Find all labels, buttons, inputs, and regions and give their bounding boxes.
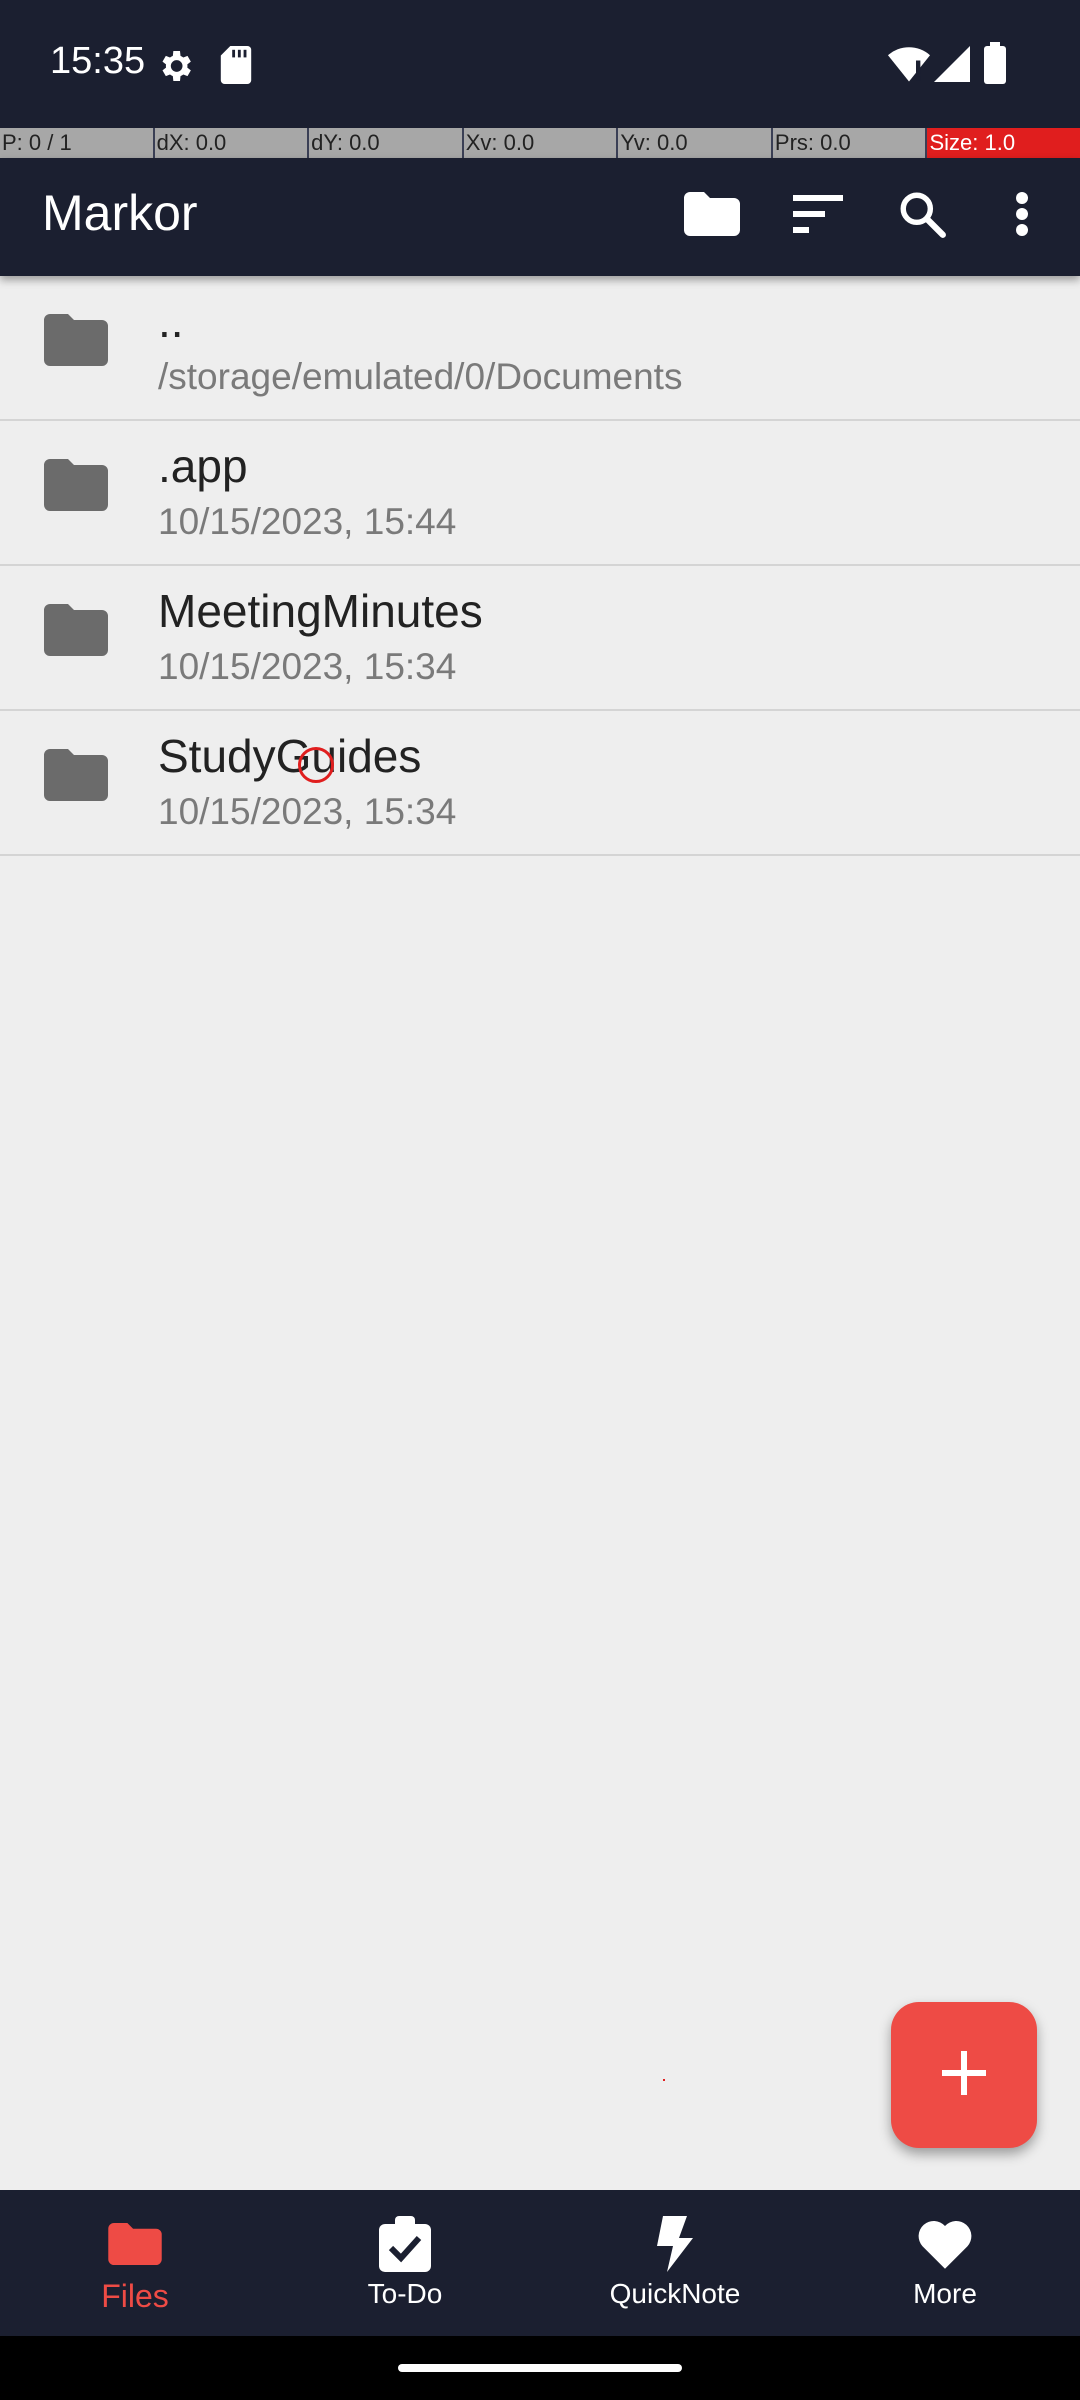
list-item-title: StudyGuides: [158, 730, 422, 782]
app-title: Markor: [42, 185, 198, 241]
folder-icon: [107, 2216, 163, 2272]
new-file-fab[interactable]: [891, 2002, 1037, 2148]
pointer-yv: Yv: 0.0: [618, 128, 773, 158]
more-vert-icon: [1014, 190, 1030, 243]
signal-icon: [934, 46, 970, 87]
pointer-pressure: Prs: 0.0: [772, 128, 928, 158]
pointer-size: Size: 1.0: [927, 128, 1080, 158]
search-button[interactable]: [886, 180, 958, 252]
list-item-meetingminutes[interactable]: MeetingMinutes 10/15/2023, 15:34: [0, 566, 1080, 711]
pointer-xv: Xv: 0.0: [463, 128, 619, 158]
list-item-subtitle: 10/15/2023, 15:34: [158, 791, 457, 832]
nav-item-todo[interactable]: To-Do: [270, 2190, 540, 2336]
home-gesture-handle[interactable]: [398, 2364, 682, 2372]
heart-icon: [917, 2216, 973, 2272]
settings-gear-icon: [155, 46, 195, 91]
bolt-icon: [647, 2216, 703, 2272]
gesture-area: [0, 2336, 1080, 2400]
nav-item-more[interactable]: More: [810, 2190, 1080, 2336]
list-item-title: MeetingMinutes: [158, 585, 483, 637]
nav-item-quicknote[interactable]: QuickNote: [540, 2190, 810, 2336]
folder-icon: [44, 749, 114, 809]
nav-label-todo: To-Do: [367, 2278, 443, 2309]
nav-label-more: More: [913, 2278, 977, 2309]
list-item-app[interactable]: .app 10/15/2023, 15:44: [0, 421, 1080, 566]
folder-icon: [44, 314, 114, 374]
sort-icon: [793, 194, 843, 238]
screen: 15:35 P: 0 / 1 dX: 0.0 dY: 0.0 Xv: 0.0 Y…: [0, 0, 1080, 2400]
more-options-button[interactable]: [986, 180, 1058, 252]
list-item-subtitle: 10/15/2023, 15:34: [158, 646, 457, 687]
wifi-icon: [888, 46, 930, 87]
pointer-dy: dY: 0.0: [309, 128, 464, 158]
app-bar: Markor: [0, 158, 1080, 276]
touch-indicator: [298, 747, 334, 783]
status-bar: 15:35: [0, 0, 1080, 128]
pointer-info-strip: P: 0 / 1 dX: 0.0 dY: 0.0 Xv: 0.0 Yv: 0.0…: [0, 128, 1080, 158]
sort-button[interactable]: [782, 180, 854, 252]
list-item-parent[interactable]: .. /storage/emulated/0/Documents: [0, 276, 1080, 421]
plus-icon: [942, 2050, 986, 2100]
search-icon: [897, 189, 947, 244]
folder-icon: [684, 191, 740, 241]
list-item-studyguides[interactable]: StudyGuides 10/15/2023, 15:34: [0, 711, 1080, 856]
list-item-subtitle: /storage/emulated/0/Documents: [158, 356, 683, 397]
folder-icon: [44, 604, 114, 664]
battery-icon: [984, 42, 1006, 89]
sd-card-icon: [220, 46, 252, 89]
list-item-title: .app: [158, 440, 248, 492]
pointer-dx: dX: 0.0: [154, 128, 310, 158]
pointer-count: P: 0 / 1: [0, 128, 155, 158]
status-time: 15:35: [50, 40, 146, 82]
nav-item-files[interactable]: Files: [0, 2190, 270, 2336]
list-item-title: ..: [158, 295, 184, 347]
file-list: .. /storage/emulated/0/Documents .app 10…: [0, 276, 1080, 856]
folder-button[interactable]: [676, 180, 748, 252]
checklist-icon: [377, 2216, 433, 2272]
nav-label-files: Files: [101, 2278, 169, 2314]
nav-label-quicknote: QuickNote: [609, 2278, 741, 2309]
bottom-navigation: Files To-Do QuickNote More: [0, 2190, 1080, 2336]
touch-trail-dot: [663, 2079, 665, 2081]
list-item-subtitle: 10/15/2023, 15:44: [158, 501, 457, 542]
folder-icon: [44, 459, 114, 519]
